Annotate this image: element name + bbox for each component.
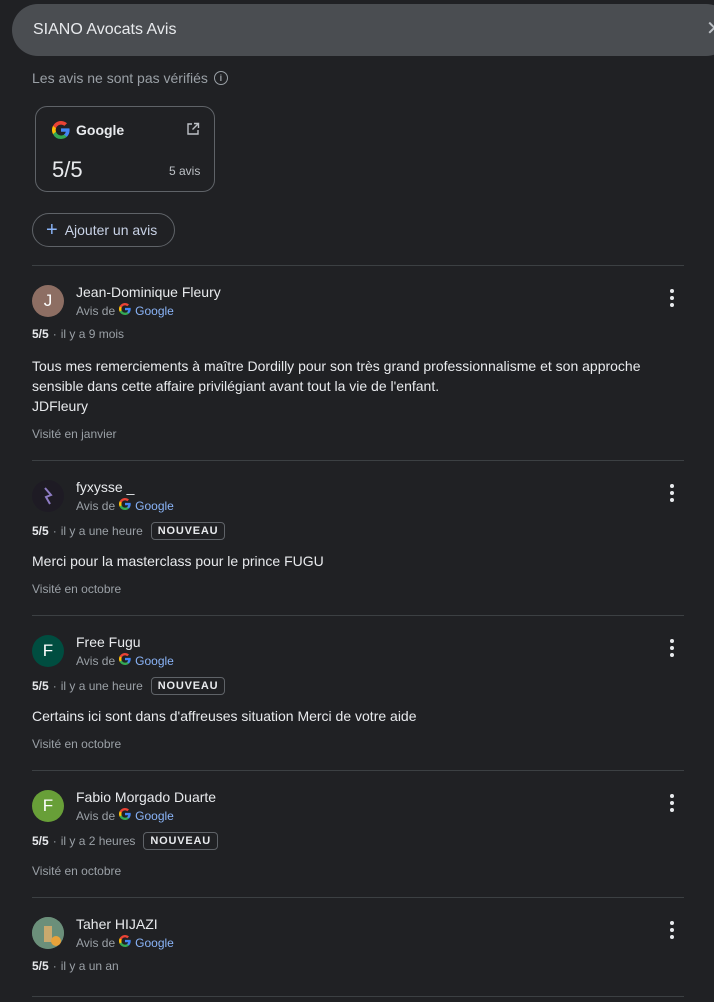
google-g-icon (119, 935, 131, 950)
source-name[interactable]: Google (135, 936, 174, 950)
card-source-name: Google (76, 122, 125, 138)
review-rating: 5/5 (32, 524, 49, 538)
more-vert-icon[interactable] (668, 484, 676, 502)
review-text: Tous mes remerciements à maître Dordilly… (32, 358, 641, 414)
avatar-initial: F (42, 796, 54, 815)
panel-header: SIANO Avocats Avis ✕ (12, 4, 714, 56)
reviewer-name[interactable]: Fabio Morgado Duarte (76, 789, 216, 805)
source-prefix: Avis de (76, 808, 116, 823)
review-time: il y a 2 heures (60, 834, 136, 848)
new-badge: NOUVEAU (150, 522, 226, 540)
google-g-icon (52, 121, 70, 139)
review-source: Avis de Google (76, 653, 174, 668)
review-rating: 5/5 (32, 679, 49, 693)
google-g-icon (119, 653, 131, 668)
open-external-icon[interactable] (186, 122, 200, 136)
review-time: il y a 9 mois (60, 327, 125, 341)
review-rating: 5/5 (32, 327, 49, 341)
source-name[interactable]: Google (135, 654, 174, 668)
meta-separator: · (52, 834, 57, 848)
review-meta: 5/5 · il y a une heure NOUVEAU (32, 677, 226, 695)
reviewer-avatar[interactable] (32, 480, 64, 512)
avatar-initial: F (42, 641, 54, 660)
avatar-initial: J (43, 291, 53, 310)
review-divider (32, 460, 684, 461)
visit-date: Visité en octobre (32, 737, 122, 751)
review-source: Avis de Google (76, 303, 174, 318)
review-divider (32, 615, 684, 616)
review-text: Certains ici sont dans d'affreuses situa… (32, 708, 417, 724)
card-score: 5/5 (52, 157, 83, 182)
review-source: Avis de Google (76, 935, 174, 950)
reviewer-name[interactable]: Jean-Dominique Fleury (76, 284, 221, 300)
source-prefix: Avis de (76, 653, 116, 668)
source-name[interactable]: Google (135, 304, 174, 318)
review-time: il y a une heure (60, 679, 143, 693)
review-rating: 5/5 (32, 959, 49, 973)
meta-separator: · (52, 959, 57, 973)
source-prefix: Avis de (76, 935, 116, 950)
reviewer-avatar[interactable]: J (32, 285, 64, 317)
more-vert-icon[interactable] (668, 921, 676, 939)
review-meta: 5/5 · il y a une heure NOUVEAU (32, 522, 226, 540)
more-vert-icon[interactable] (668, 794, 676, 812)
google-summary-card[interactable]: Google 5/5 5 avis (35, 106, 215, 192)
source-prefix: Avis de (76, 303, 116, 318)
review-divider (32, 996, 684, 997)
review-meta: 5/5 · il y a un an (32, 959, 119, 973)
info-icon[interactable]: i (213, 71, 228, 85)
review-source: Avis de Google (76, 808, 174, 823)
add-review-button[interactable]: + Ajouter un avis (32, 213, 175, 247)
source-name[interactable]: Google (135, 809, 174, 823)
reviewer-name[interactable]: Taher HIJAZI (76, 916, 158, 932)
visit-date: Visité en octobre (32, 864, 122, 878)
review-source: Avis de Google (76, 498, 174, 513)
review-divider (32, 265, 684, 266)
more-vert-icon[interactable] (668, 289, 676, 307)
reviewer-avatar[interactable] (32, 917, 64, 949)
unverified-text: Les avis ne sont pas vérifiés (32, 70, 208, 86)
review-time: il y a un an (60, 959, 119, 973)
review-rating: 5/5 (32, 834, 49, 848)
review-time: il y a une heure (60, 524, 143, 538)
reviewer-name[interactable]: Free Fugu (76, 634, 141, 650)
visit-date: Visité en janvier (32, 427, 117, 441)
unverified-notice: Les avis ne sont pas vérifiés i (32, 70, 228, 86)
new-badge: NOUVEAU (143, 832, 219, 850)
review-text: Merci pour la masterclass pour le prince… (32, 553, 324, 569)
more-vert-icon[interactable] (668, 639, 676, 657)
reviewer-name[interactable]: fyxysse _ (76, 479, 134, 495)
review-divider (32, 897, 684, 898)
close-icon[interactable]: ✕ (706, 19, 714, 39)
meta-separator: · (52, 679, 57, 693)
review-divider (32, 770, 684, 771)
review-meta: 5/5 · il y a 2 heures NOUVEAU (32, 832, 219, 850)
google-g-icon (119, 303, 131, 318)
meta-separator: · (52, 327, 57, 341)
reviewer-avatar[interactable]: F (32, 635, 64, 667)
review-meta: 5/5 · il y a 9 mois (32, 327, 124, 341)
meta-separator: · (52, 524, 57, 538)
reviewer-avatar[interactable]: F (32, 790, 64, 822)
panel-title: SIANO Avocats Avis (33, 21, 177, 38)
plus-icon: + (46, 219, 58, 241)
google-g-icon (119, 808, 131, 823)
new-badge: NOUVEAU (150, 677, 226, 695)
add-review-label: Ajouter un avis (64, 222, 158, 238)
card-review-count: 5 avis (169, 164, 201, 178)
visit-date: Visité en octobre (32, 582, 122, 596)
source-prefix: Avis de (76, 498, 116, 513)
source-name[interactable]: Google (135, 499, 174, 513)
google-g-icon (119, 498, 131, 513)
